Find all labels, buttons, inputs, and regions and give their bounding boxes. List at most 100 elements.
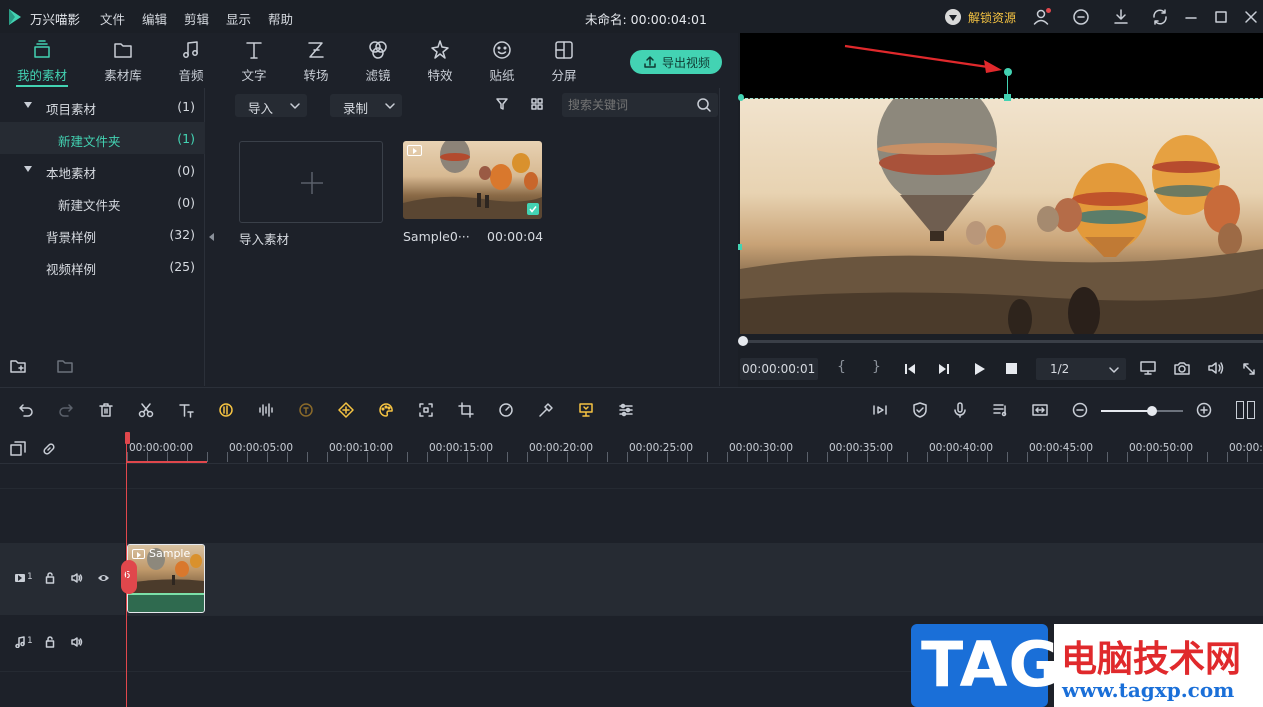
play-icon[interactable] (972, 362, 986, 376)
crop-icon[interactable] (458, 402, 474, 418)
import-dropdown[interactable]: 导入 (235, 94, 307, 117)
preview-progress-knob[interactable] (738, 336, 748, 346)
resize-handle-top[interactable] (1004, 94, 1011, 101)
search-icon[interactable] (696, 97, 712, 113)
zoom-slider-knob[interactable] (1147, 406, 1157, 416)
track-volume-icon[interactable] (71, 572, 83, 584)
text-tool-icon[interactable] (178, 402, 194, 418)
beat-icon[interactable] (298, 402, 314, 418)
speed-ramp-icon[interactable] (218, 402, 234, 418)
lock-icon[interactable] (45, 572, 55, 584)
clip-marker-badge[interactable]: 6 (121, 560, 137, 594)
stop-icon[interactable] (1006, 363, 1017, 374)
tree-item-new-folder[interactable]: 新建文件夹 (0) (0, 186, 205, 218)
zoom-out-icon[interactable] (1072, 402, 1088, 418)
audio-mixer-icon[interactable] (992, 402, 1008, 418)
panel-divider[interactable] (719, 88, 720, 386)
menu-clip[interactable]: 剪辑 (184, 9, 209, 28)
tab-library[interactable]: 素材库 (92, 39, 154, 87)
export-video-button[interactable]: 导出视频 (630, 50, 722, 74)
audio-waveform-icon[interactable] (258, 402, 274, 418)
tab-transition[interactable]: 转场 (285, 39, 347, 87)
maximize-icon[interactable] (1213, 8, 1229, 26)
undo-icon[interactable] (18, 402, 34, 418)
feedback-icon[interactable] (1072, 8, 1090, 26)
mark-in-icon[interactable]: { (837, 359, 846, 375)
menu-edit[interactable]: 编辑 (142, 9, 167, 28)
color-picker-icon[interactable] (538, 402, 554, 418)
tab-audio[interactable]: 音频 (160, 39, 222, 87)
adjust-sliders-icon[interactable] (618, 402, 634, 418)
next-frame-icon[interactable] (937, 362, 951, 376)
marker-shield-icon[interactable] (912, 402, 928, 418)
visibility-eye-icon[interactable] (97, 573, 110, 583)
volume-icon[interactable] (1207, 360, 1225, 376)
tab-filter[interactable]: 滤镜 (347, 39, 409, 87)
lock-icon[interactable] (45, 636, 55, 648)
prev-frame-icon[interactable] (903, 362, 917, 376)
focus-frame-icon[interactable] (418, 402, 434, 418)
playhead-line[interactable] (126, 440, 127, 707)
tab-text[interactable]: 文字 (223, 39, 285, 87)
collapse-panel-arrow-icon[interactable] (209, 233, 214, 241)
tree-item-video-samples[interactable]: 视频样例 (25) (0, 250, 205, 282)
zoom-in-icon[interactable] (1196, 402, 1212, 418)
mark-out-icon[interactable]: } (872, 359, 881, 375)
resize-handle-mid-left[interactable] (738, 244, 742, 250)
tree-item-local-media[interactable]: 本地素材 (0) (0, 154, 205, 186)
search-input[interactable] (568, 96, 688, 114)
ai-portrait-icon[interactable] (578, 402, 594, 418)
menu-file[interactable]: 文件 (100, 9, 125, 28)
preview-timecode[interactable]: 00:00:00:01 (740, 358, 818, 380)
tab-effects[interactable]: 特效 (409, 39, 471, 87)
tab-split-screen[interactable]: 分屏 (533, 39, 595, 87)
empty-track-area[interactable] (0, 488, 1263, 543)
work-area-bar[interactable] (127, 461, 207, 463)
search-box[interactable] (562, 93, 718, 117)
quality-select[interactable]: 1/2 (1036, 358, 1126, 380)
minimize-icon[interactable] (1183, 8, 1199, 26)
preview-progress-bar[interactable] (740, 340, 1263, 343)
tree-item-new-folder-selected[interactable]: 新建文件夹 (1) (0, 122, 205, 154)
video-clip[interactable]: Sample (127, 544, 205, 613)
tree-item-background-samples[interactable]: 背景样例 (32) (0, 218, 205, 250)
fullscreen-icon[interactable] (1241, 361, 1257, 377)
menu-view[interactable]: 显示 (226, 9, 251, 28)
keyframe-icon[interactable] (338, 402, 354, 418)
display-icon[interactable] (1139, 360, 1157, 376)
new-folder-icon[interactable] (9, 358, 27, 374)
delete-icon[interactable] (98, 402, 114, 418)
menu-help[interactable]: 帮助 (268, 9, 293, 28)
grid-view-icon[interactable] (530, 97, 544, 111)
track-volume-icon[interactable] (71, 636, 83, 648)
record-dropdown[interactable]: 录制 (330, 94, 402, 117)
close-icon[interactable] (1243, 8, 1259, 26)
snapshot-camera-icon[interactable] (1173, 360, 1191, 376)
tab-sticker[interactable]: 贴纸 (471, 39, 533, 87)
expand-arrow-icon[interactable] (24, 166, 32, 172)
folder-outline-icon[interactable] (56, 358, 74, 374)
voiceover-mic-icon[interactable] (952, 402, 968, 418)
tree-item-project-media[interactable]: 项目素材 (1) (0, 90, 205, 122)
filter-funnel-icon[interactable] (495, 97, 509, 111)
speed-gauge-icon[interactable] (498, 402, 514, 418)
layout-toggle-icon[interactable] (1236, 401, 1256, 419)
color-palette-icon[interactable] (378, 402, 394, 418)
resize-handle-left[interactable] (738, 94, 744, 101)
timeline-ruler[interactable]: 00:00:00:00 00:00:05:00 00:00:10:00 00:0… (0, 432, 1263, 464)
add-track-icon[interactable] (10, 441, 26, 457)
fit-timeline-icon[interactable] (1032, 402, 1048, 418)
import-media-card[interactable] (239, 141, 383, 223)
cut-scissors-icon[interactable] (138, 402, 154, 418)
redo-icon[interactable] (58, 402, 74, 418)
sync-icon[interactable] (1151, 8, 1169, 26)
account-icon[interactable] (1032, 8, 1051, 26)
preview-frame[interactable] (740, 98, 1263, 334)
download-icon[interactable] (1112, 8, 1130, 26)
tab-my-media[interactable]: 我的素材 (11, 39, 73, 87)
render-preview-icon[interactable] (872, 402, 888, 418)
link-icon[interactable] (41, 441, 57, 457)
added-check-icon (527, 203, 539, 215)
expand-arrow-icon[interactable] (24, 102, 32, 108)
media-thumbnail-sample[interactable] (403, 141, 542, 219)
